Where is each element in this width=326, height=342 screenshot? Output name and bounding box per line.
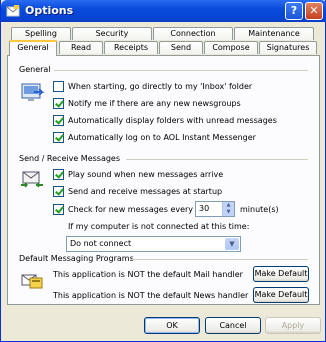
mail-handler-status: This application is NOT the default Mail…: [53, 270, 243, 279]
tab-general[interactable]: General: [9, 40, 57, 56]
check-interval-spinner[interactable]: 30 ▲ ▼: [195, 201, 235, 217]
interval-unit-label: minute(s): [240, 205, 279, 214]
tab-security[interactable]: Security: [72, 27, 152, 40]
send-receive-startup-checkbox[interactable]: [53, 186, 64, 197]
notify-newsgroups-checkbox[interactable]: [53, 98, 64, 109]
general-settings-icon: [21, 83, 44, 101]
send-receive-startup-label: Send and receive messages at startup: [68, 187, 223, 196]
play-sound-checkbox[interactable]: [53, 169, 64, 180]
tab-compose[interactable]: Compose: [204, 41, 258, 54]
tab-send[interactable]: Send: [159, 41, 203, 54]
aim-logon-checkbox[interactable]: [53, 132, 64, 143]
default-programs-group-title: Default Messaging Programs: [19, 254, 134, 263]
tab-row-back: Spelling Security Connection Maintenance: [9, 27, 319, 41]
window-title: Options: [25, 4, 74, 17]
news-handler-status: This application is NOT the default News…: [53, 291, 249, 300]
display-unread-folders-checkbox[interactable]: [53, 115, 64, 126]
cancel-button[interactable]: Cancel: [205, 317, 261, 334]
tab-maintenance[interactable]: Maintenance: [234, 27, 314, 40]
general-tab-panel: General When starting, go directly to my…: [7, 55, 320, 305]
divider: [54, 70, 308, 71]
not-connected-label: If my computer is not connected at this …: [68, 222, 250, 231]
chevron-down-icon[interactable]: ▼: [225, 238, 239, 250]
inbox-startup-label: When starting, go directly to my 'Inbox'…: [68, 82, 253, 91]
tab-receipts[interactable]: Receipts: [104, 41, 158, 54]
options-dialog: Options ? ✕ Spelling Security Connection…: [0, 0, 326, 342]
tab-signatures[interactable]: Signatures: [259, 41, 317, 54]
tab-connection[interactable]: Connection: [153, 27, 233, 40]
check-new-messages-label: Check for new messages every: [68, 205, 194, 214]
general-group-title: General: [19, 65, 51, 74]
ok-button[interactable]: OK: [144, 317, 200, 334]
options-app-icon: [6, 5, 20, 17]
make-default-news-button[interactable]: Make Default: [253, 287, 309, 303]
close-button[interactable]: ✕: [305, 2, 323, 20]
inbox-startup-checkbox[interactable]: [53, 81, 64, 92]
notify-newsgroups-label: Notify me if there are any new newsgroup…: [68, 99, 241, 108]
tab-spelling[interactable]: Spelling: [11, 27, 71, 40]
send-receive-group-title: Send / Receive Messages: [19, 154, 121, 163]
title-bar[interactable]: Options ? ✕: [1, 0, 326, 22]
help-button[interactable]: ?: [285, 2, 303, 20]
divider: [126, 159, 308, 160]
apply-button[interactable]: Apply: [265, 317, 321, 334]
send-receive-icon: [21, 171, 43, 188]
spin-down-icon[interactable]: ▼: [223, 209, 234, 216]
default-programs-icon: [21, 274, 43, 289]
check-new-messages-checkbox[interactable]: [53, 204, 64, 215]
make-default-mail-button[interactable]: Make Default: [253, 266, 309, 282]
spin-up-icon[interactable]: ▲: [223, 202, 234, 209]
check-interval-value: 30: [199, 204, 210, 213]
tab-row-front: General Read Receipts Send Compose Signa…: [9, 40, 319, 56]
play-sound-label: Play sound when new messages arrive: [68, 170, 224, 179]
aim-logon-label: Automatically log on to AOL Instant Mess…: [68, 133, 256, 142]
display-unread-folders-label: Automatically display folders with unrea…: [68, 116, 277, 125]
spinner-buttons[interactable]: ▲ ▼: [222, 202, 234, 216]
not-connected-value: Do not connect: [70, 239, 132, 248]
divider: [131, 259, 308, 260]
not-connected-dropdown[interactable]: Do not connect ▼: [66, 236, 241, 252]
tab-read[interactable]: Read: [59, 41, 103, 54]
